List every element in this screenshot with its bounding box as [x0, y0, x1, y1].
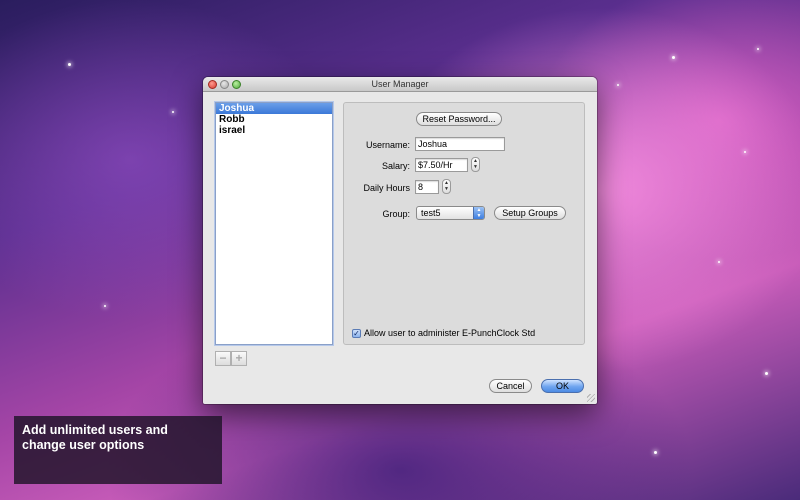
resize-grip-icon[interactable]	[587, 394, 595, 402]
daily-hours-stepper-icon[interactable]: ▲ ▼	[442, 179, 451, 194]
user-options-panel: Reset Password... Username: Joshua Salar…	[343, 102, 585, 345]
star	[617, 84, 619, 86]
up-down-arrows-icon: ▲ ▼	[473, 207, 484, 219]
admin-checkbox[interactable]: ✓	[352, 329, 361, 338]
group-label: Group:	[382, 209, 410, 219]
star	[765, 372, 768, 375]
desktop: { "window": { "title": "User Manager" },…	[0, 0, 800, 500]
list-add-remove-control: − +	[215, 351, 247, 366]
star	[744, 151, 746, 153]
salary-stepper-icon[interactable]: ▲ ▼	[471, 157, 480, 172]
user-manager-window: User Manager Joshua Robb israel − + Rese…	[203, 77, 597, 404]
star	[672, 56, 675, 59]
user-list[interactable]: Joshua Robb israel	[215, 102, 333, 345]
username-label: Username:	[365, 140, 410, 150]
star	[654, 451, 657, 454]
window-title: User Manager	[371, 79, 429, 89]
close-window-button[interactable]	[208, 80, 217, 89]
remove-user-button[interactable]: −	[215, 351, 231, 366]
add-user-button[interactable]: +	[231, 351, 247, 366]
daily-hours-label: Daily Hours	[363, 183, 410, 193]
star	[104, 305, 106, 307]
daily-hours-field[interactable]: 8	[415, 180, 439, 194]
cancel-button[interactable]: Cancel	[489, 379, 532, 393]
checkmark-icon: ✓	[353, 329, 360, 338]
group-select-value: test5	[421, 208, 441, 218]
admin-checkbox-label[interactable]: Allow user to administer E-PunchClock St…	[364, 328, 579, 338]
user-list-item[interactable]: Robb	[216, 114, 332, 125]
zoom-window-button[interactable]	[232, 80, 241, 89]
salary-field[interactable]: $7.50/Hr	[415, 158, 468, 172]
user-list-item[interactable]: israel	[216, 125, 332, 136]
group-select[interactable]: test5 ▲ ▼	[416, 206, 485, 220]
user-list-item[interactable]: Joshua	[216, 103, 332, 114]
minimize-window-button[interactable]	[220, 80, 229, 89]
title-bar[interactable]: User Manager	[203, 77, 597, 92]
star	[718, 261, 720, 263]
star	[172, 111, 174, 113]
star	[757, 48, 759, 50]
star	[68, 63, 71, 66]
ok-button[interactable]: OK	[541, 379, 584, 393]
setup-groups-button[interactable]: Setup Groups	[494, 206, 566, 220]
username-field[interactable]: Joshua	[415, 137, 505, 151]
promo-caption: Add unlimited users and change user opti…	[14, 416, 222, 484]
salary-label: Salary:	[381, 161, 410, 171]
reset-password-button[interactable]: Reset Password...	[416, 112, 502, 126]
